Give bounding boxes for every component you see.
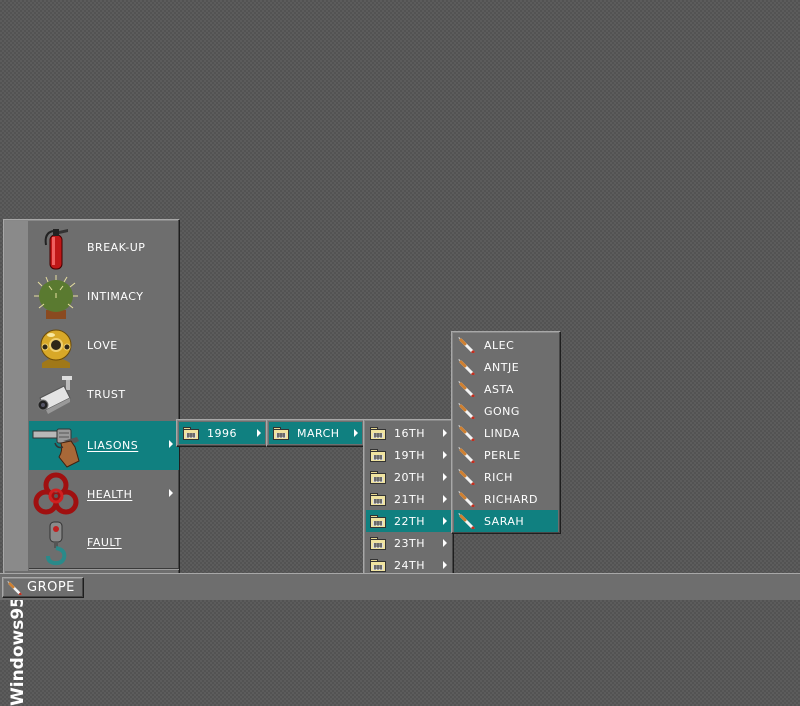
cigarette-icon [458,381,476,397]
windows95-brand: Windows95 [8,595,28,706]
submenu-arrow-icon [443,473,447,481]
submenu-days: 16th 19th 20th 21th 22th 23th 24th [363,419,454,578]
submenu-item-label: 19th [394,448,425,462]
fire-extinguisher-icon [29,224,83,272]
submenu-item-alec[interactable]: Alec [454,334,558,356]
cigarette-icon [458,513,476,529]
submenu-item-22th[interactable]: 22th [366,510,451,532]
submenu-arrow-icon [169,440,173,448]
submenu-item-label: 1996 [207,426,237,440]
brand-strip: Windows95 [5,221,28,706]
start-menu-item-break-up[interactable]: Break-up [29,223,179,272]
submenu-item-label: 20th [394,470,425,484]
submenu-item-asta[interactable]: Asta [454,378,558,400]
submenu-item-21th[interactable]: 21th [366,488,451,510]
submenu-item-label: 23th [394,536,425,550]
cigarette-icon [458,447,476,463]
submenu-arrow-icon [169,489,173,497]
submenu-item-label: Alec [484,338,515,352]
folder-icon [370,514,386,528]
cigarette-icon [458,337,476,353]
start-menu-item-label: Fault [87,536,122,549]
cigarette-icon [7,581,23,595]
start-menu-item-health[interactable]: Health [29,470,179,519]
taskbar: Grope [0,573,800,600]
submenu-item-23th[interactable]: 23th [366,532,451,554]
security-camera-icon [29,371,83,419]
submenu-item-1996[interactable]: 1996 [179,422,265,444]
start-menu-item-trust[interactable]: Trust [29,370,179,419]
submenu-arrow-icon [443,517,447,525]
submenu-item-label: rich [484,470,513,484]
submenu-months: March [266,419,365,447]
folder-icon [370,536,386,550]
submenu-item-label: Asta [484,382,514,396]
cigarette-icon [458,359,476,375]
start-button[interactable]: Grope [2,577,84,598]
start-menu-item-intimacy[interactable]: Intimacy [29,272,179,321]
submenu-item-label: 21th [394,492,425,506]
cigarette-icon [458,491,476,507]
diving-helmet-icon [29,322,83,370]
submenu-item-linda[interactable]: linda [454,422,558,444]
biohazard-icon [29,471,83,519]
folder-icon [370,492,386,506]
submenu-item-20th[interactable]: 20th [366,466,451,488]
start-menu-item-label: Trust [87,388,126,401]
folder-icon [370,426,386,440]
cigarette-icon [458,425,476,441]
submenu-item-label: 24th [394,558,425,572]
submenu-arrow-icon [443,429,447,437]
submenu-item-label: March [297,426,340,440]
start-button-label: Grope [27,580,75,595]
submenu-item-antje[interactable]: antje [454,356,558,378]
submenu-years: 1996 [176,419,268,447]
submenu-people: Alec antje Asta gong linda perle rich Ri… [451,331,561,534]
start-menu-item-label: Liasons [87,439,139,452]
submenu-item-label: 16th [394,426,425,440]
submenu-item-label: perle [484,448,521,462]
cigarette-icon [458,403,476,419]
submenu-item-label: sarah [484,514,525,528]
start-menu-item-liasons[interactable]: Liasons [29,421,179,470]
submenu-arrow-icon [354,429,358,437]
submenu-item-perle[interactable]: perle [454,444,558,466]
cigarette-icon [458,469,476,485]
folder-icon [370,448,386,462]
submenu-item-label: linda [484,426,520,440]
start-menu-item-label: Break-up [87,241,146,254]
submenu-item-label: gong [484,404,520,418]
crane-hook-icon [29,519,83,567]
start-menu-item-label: Intimacy [87,290,144,303]
folder-icon [273,426,289,440]
folder-icon [370,470,386,484]
revolver-icon [29,422,83,470]
submenu-item-19th[interactable]: 19th [366,444,451,466]
submenu-arrow-icon [443,561,447,569]
submenu-arrow-icon [443,495,447,503]
submenu-arrow-icon [443,451,447,459]
start-menu-item-fault[interactable]: Fault [29,518,179,567]
start-menu: Windows95 Break-up [3,219,180,706]
submenu-item-label: Richard [484,492,538,506]
start-menu-item-label: Health [87,488,133,501]
submenu-item-16th[interactable]: 16th [366,422,451,444]
submenu-item-label: 22th [394,514,425,528]
submenu-item-label: antje [484,360,520,374]
start-menu-item-love[interactable]: Love [29,321,179,370]
folder-icon [183,426,199,440]
submenu-arrow-icon [257,429,261,437]
cactus-icon [29,273,83,321]
menu-divider [29,568,179,570]
submenu-item-richard[interactable]: Richard [454,488,558,510]
submenu-item-march[interactable]: March [269,422,362,444]
submenu-item-gong[interactable]: gong [454,400,558,422]
submenu-item-rich[interactable]: rich [454,466,558,488]
submenu-item-sarah[interactable]: sarah [454,510,558,532]
submenu-arrow-icon [443,539,447,547]
folder-icon [370,558,386,572]
start-menu-item-label: Love [87,339,118,352]
